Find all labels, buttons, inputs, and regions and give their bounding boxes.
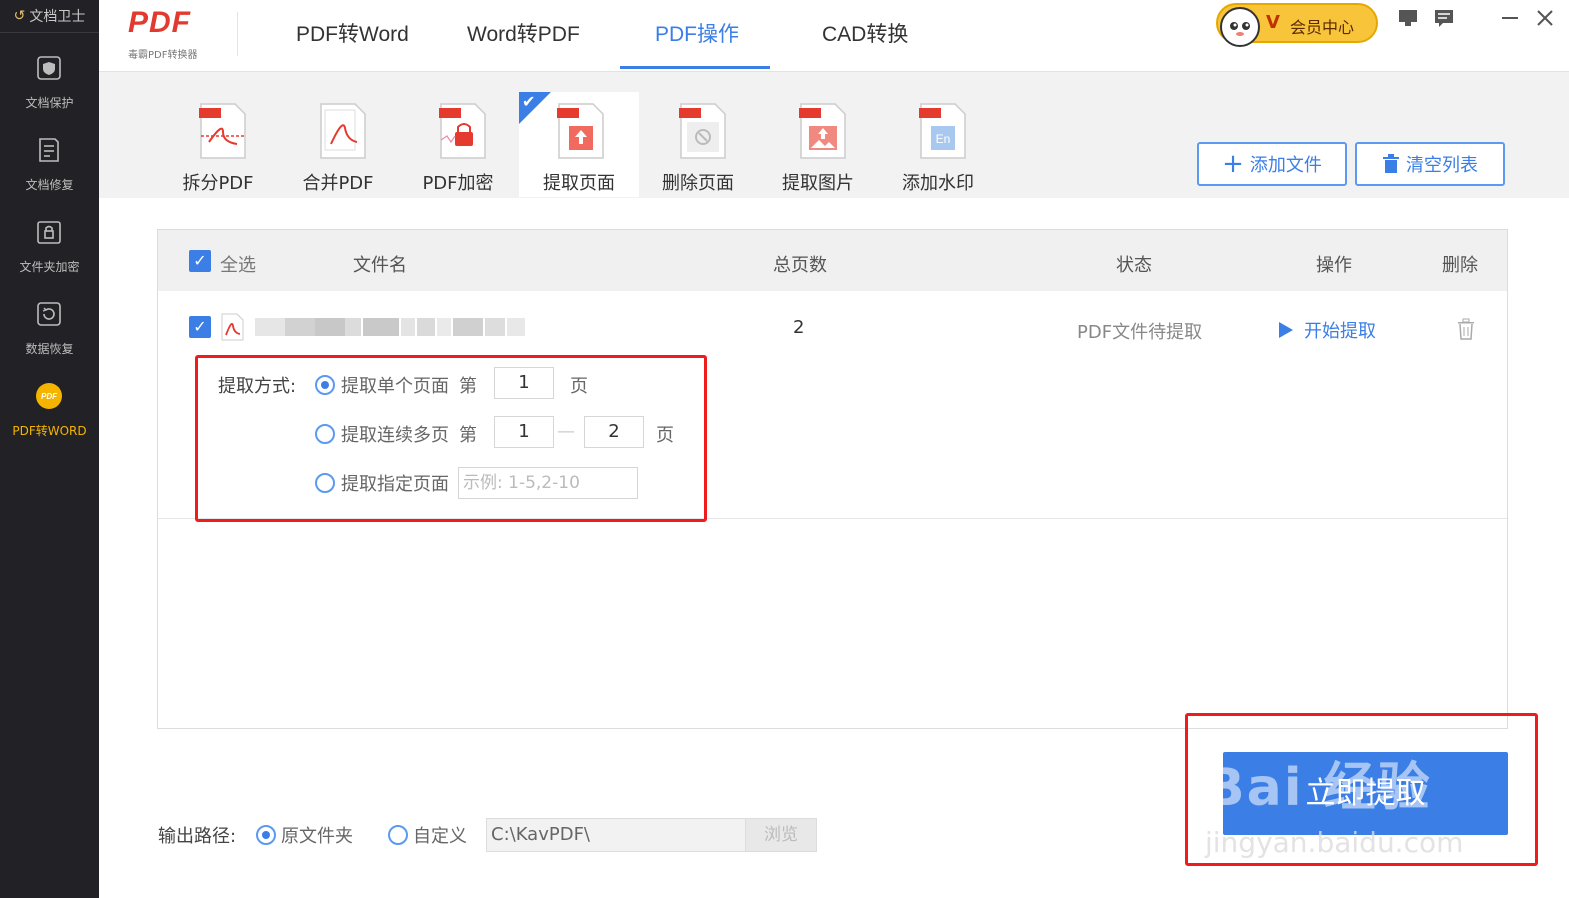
tool-delete-pages[interactable]: 删除页面	[643, 92, 753, 197]
extract-images-icon	[799, 103, 846, 159]
add-file-label: 添加文件	[1249, 155, 1322, 176]
add-file-button[interactable]: + 添加文件	[1197, 142, 1347, 186]
svg-text:PDF: PDF	[41, 392, 58, 401]
check-icon: ✔	[522, 92, 536, 111]
select-all-label: 全选	[220, 255, 256, 276]
tool-merge-pdf[interactable]: 合并PDF	[283, 92, 393, 197]
custom-folder-label: 自定义	[413, 826, 467, 847]
app-title: 文档卫士	[29, 9, 86, 25]
encrypt-pdf-icon	[439, 103, 486, 159]
highlight-box-extract-mode	[195, 355, 707, 522]
skin-icon[interactable]	[1396, 8, 1420, 30]
sidebar-item-label: 文档保护	[25, 96, 74, 110]
browse-button[interactable]: 浏览	[745, 818, 817, 852]
vip-label: 会员中心	[1290, 18, 1355, 37]
clear-list-button[interactable]: 清空列表	[1355, 142, 1505, 186]
output-path-label: 输出路径:	[158, 826, 237, 847]
original-folder-label: 原文件夹	[281, 826, 353, 847]
row-checkbox[interactable]: ✓	[189, 316, 211, 338]
restore-icon	[37, 302, 61, 326]
column-operation: 操作	[1316, 255, 1352, 276]
feedback-icon[interactable]	[1432, 8, 1456, 30]
pdf-file-icon	[221, 313, 244, 341]
logo-subtitle: 毒霸PDF转换器	[128, 50, 198, 61]
delete-row-icon[interactable]	[1456, 318, 1476, 340]
minimize-icon[interactable]	[1498, 8, 1522, 30]
watermark-icon: En	[919, 103, 966, 159]
row-status: PDF文件待提取	[1077, 322, 1203, 343]
sidebar-item-label: 文件夹加密	[19, 260, 80, 274]
app-logo: PDF 毒霸PDF转换器	[128, 6, 218, 61]
mascot-avatar-icon	[1220, 7, 1260, 47]
column-total-pages: 总页数	[773, 255, 827, 276]
column-filename: 文件名	[353, 255, 407, 276]
tool-label: 拆分PDF	[182, 173, 254, 194]
tool-encrypt-pdf[interactable]: PDF加密	[403, 92, 513, 197]
tool-label: 添加水印	[902, 173, 974, 194]
tool-label: 删除页面	[662, 173, 734, 194]
split-pdf-icon	[199, 103, 246, 159]
plus-icon: +	[1222, 149, 1244, 179]
column-delete: 删除	[1442, 255, 1478, 276]
merge-pdf-icon	[320, 103, 366, 159]
tool-extract-pages[interactable]: ✔ 提取页面	[519, 92, 639, 197]
column-status: 状态	[1116, 255, 1152, 276]
tab-pdf-to-word[interactable]: PDF转Word	[296, 18, 409, 54]
pdf-badge-icon: PDF	[36, 383, 62, 409]
tool-label: PDF加密	[422, 173, 494, 194]
tool-label: 提取页面	[543, 173, 615, 194]
svg-text:En: En	[936, 132, 951, 146]
sidebar-item-label: 数据恢复	[25, 342, 74, 356]
radio-custom-folder[interactable]	[388, 825, 408, 845]
tool-add-watermark[interactable]: En 添加水印	[883, 92, 993, 197]
vip-center-button[interactable]: V 会员中心	[1216, 3, 1378, 47]
divider	[237, 12, 238, 56]
app-title-bar: ↺ 文档卫士	[0, 0, 99, 33]
blurred-filename	[255, 318, 525, 336]
extract-pages-icon	[557, 103, 604, 159]
row-total-pages: 2	[793, 317, 805, 338]
close-icon[interactable]	[1533, 8, 1557, 30]
sidebar-item-document-repair[interactable]: 文档修复	[0, 130, 99, 210]
tab-cad-convert[interactable]: CAD转换	[822, 18, 908, 54]
sidebar: ↺ 文档卫士 文档保护 文档修复 文件夹加密 数据恢复 PDF PDF转WORD	[0, 0, 99, 898]
sidebar-item-data-recovery[interactable]: 数据恢复	[0, 294, 99, 374]
tab-pdf-operations[interactable]: PDF操作	[655, 18, 739, 54]
lock-folder-icon	[37, 221, 61, 244]
select-all-checkbox[interactable]: ✓	[189, 250, 211, 272]
start-extract-link[interactable]: 开始提取	[1278, 318, 1376, 342]
tool-extract-images[interactable]: 提取图片	[763, 92, 873, 197]
sidebar-item-label: 文档修复	[25, 178, 74, 192]
tool-label: 提取图片	[782, 173, 854, 194]
sidebar-item-label: PDF转WORD	[12, 424, 87, 438]
delete-pages-icon	[679, 103, 726, 159]
output-path-input[interactable]: C:\KavPDF\	[486, 818, 746, 852]
trash-icon	[1383, 154, 1399, 173]
shield-icon	[37, 56, 61, 80]
vip-v-icon: V	[1266, 12, 1280, 33]
tool-label: 合并PDF	[302, 173, 374, 194]
tab-word-to-pdf[interactable]: Word转PDF	[467, 18, 580, 54]
clear-list-label: 清空列表	[1406, 155, 1478, 176]
logo-text: PDF	[128, 6, 191, 39]
sidebar-item-pdf-to-word[interactable]: PDF PDF转WORD	[0, 376, 99, 456]
radio-original-folder[interactable]	[256, 825, 276, 845]
sidebar-item-folder-encrypt[interactable]: 文件夹加密	[0, 212, 99, 292]
play-icon	[1279, 322, 1293, 338]
active-tab-indicator	[620, 66, 770, 69]
document-edit-icon	[39, 138, 59, 162]
app-logo-icon: ↺	[13, 8, 26, 24]
sidebar-item-document-protect[interactable]: 文档保护	[0, 48, 99, 128]
tool-split-pdf[interactable]: 拆分PDF	[163, 92, 273, 197]
start-extract-label: 开始提取	[1304, 321, 1376, 342]
highlight-box-extract-button	[1185, 713, 1538, 866]
